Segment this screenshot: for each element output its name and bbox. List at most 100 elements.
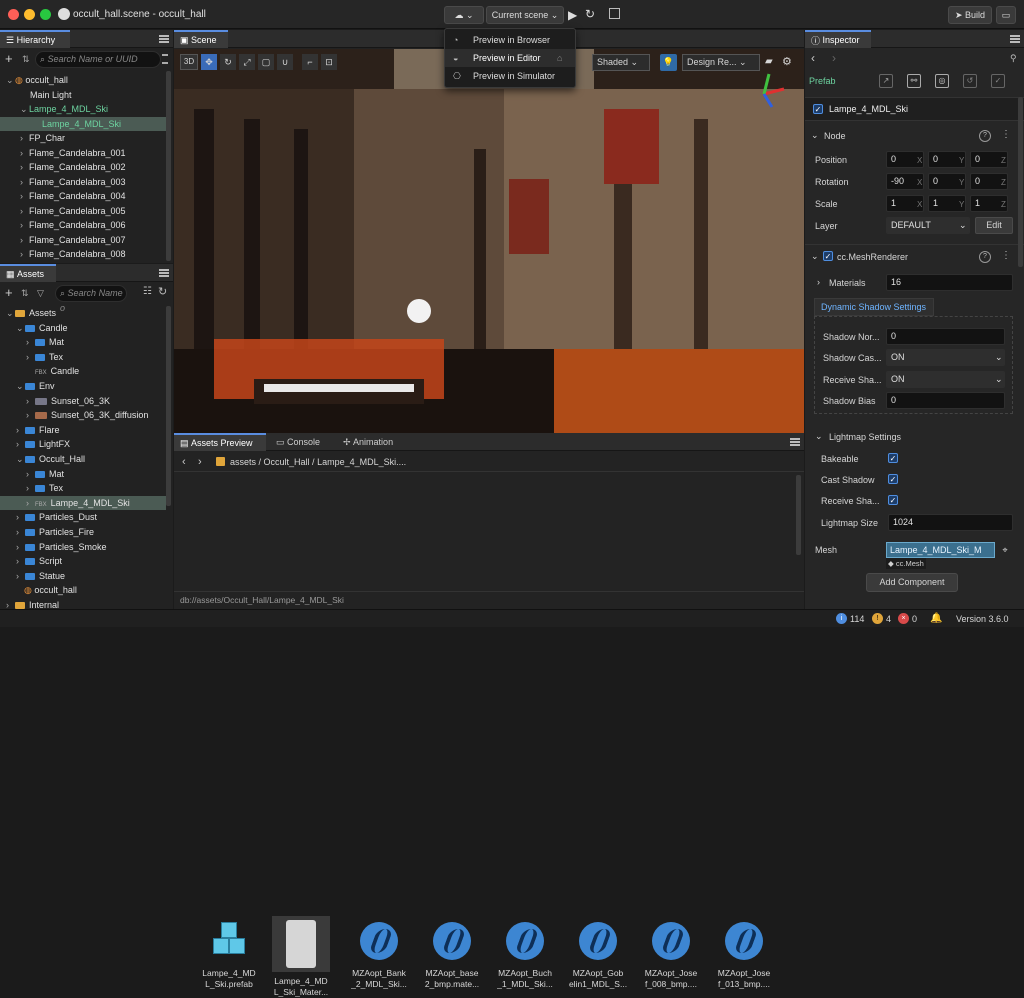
tree-row[interactable]: › Internal [0,598,166,609]
folder-icon[interactable]: ▭ [996,6,1016,24]
receive-shadow-checkbox[interactable]: ✓ [888,495,898,505]
tree-row[interactable]: ⌄ Occult_Hall [0,452,166,467]
hierarchy-scrollbar[interactable] [166,71,171,261]
tree-row[interactable]: › FP_Char [0,131,166,146]
grid-icon[interactable] [609,8,620,19]
rotate-tool-icon[interactable]: ↻ [220,54,236,70]
tree-row[interactable]: › Flame_Candelabra_008 [0,247,166,262]
tree-row[interactable]: › Flame_Candelabra_007 [0,233,166,248]
play-button[interactable]: ▶ [568,8,577,22]
local-global-icon[interactable]: ⊡ [321,54,337,70]
asset-item[interactable]: MZAopt_Buch _1_MDL_Ski... [492,916,558,990]
breadcrumb-item[interactable]: Occult_Hall [264,457,310,467]
locate-asset-icon[interactable]: ⌖ [997,542,1013,558]
locate-prefab-icon[interactable]: ◎ [935,74,949,88]
forward-icon[interactable]: › [832,51,836,65]
rect-tool-icon[interactable]: ▢ [258,54,274,70]
tree-row[interactable]: › Particles_Fire [0,525,166,540]
filter-icon[interactable]: ▽ [37,288,44,299]
tree-row[interactable]: ⌄ Assets [0,306,166,321]
move-tool-icon[interactable]: ✥ [201,54,217,70]
list-view-icon[interactable]: ☷ [143,286,152,297]
asset-item[interactable]: Lampe_4_MD L_Ski_Mater... [268,916,334,998]
asset-item[interactable]: MZAopt_Gob elin1_MDL_S... [565,916,631,990]
tree-row[interactable]: FBX Candle [0,364,166,379]
revert-prefab-icon[interactable]: ↺ [963,74,977,88]
layer-edit-button[interactable]: Edit [975,217,1013,234]
sort-icon[interactable]: ⇅ [21,288,29,299]
tree-row[interactable]: › Particles_Smoke [0,540,166,555]
asset-item[interactable]: MZAopt_base 2_bmp.mate... [419,916,485,990]
apply-prefab-icon[interactable]: ✓ [991,74,1005,88]
lightmap-size-input[interactable]: 1024 [888,514,1013,531]
bottom-menu-icon[interactable] [790,438,800,446]
assets-search-input[interactable]: ⌕ Search Name o [55,285,127,313]
mesh-renderer-enabled-checkbox[interactable]: ✓ [823,251,833,261]
expand-icon[interactable]: › [817,277,820,287]
breadcrumb-item[interactable]: Lampe_4_MDL_Ski.... [317,457,406,467]
asset-item[interactable]: MZAopt_Jose f_008_bmp.... [638,916,704,990]
tree-row[interactable]: ◍ occult_hall [0,583,166,598]
asset-item[interactable]: MZAopt_Bank _2_MDL_Ski... [346,916,412,990]
assets-preview-tab[interactable]: ▤ Assets Preview [174,433,266,451]
assets-scrollbar[interactable] [166,306,171,506]
info-count-icon[interactable]: i [836,613,847,624]
preview-in-editor-item[interactable]: ◒ Preview in Editor ⌂ [445,49,575,67]
add-node-icon[interactable]: + [5,51,13,66]
tree-row[interactable]: › Sunset_06_3K [0,394,166,409]
lightmap-section-header[interactable]: ⌄ Lightmap Settings [805,428,1024,446]
tree-row[interactable]: › Tex [0,350,166,365]
build-button[interactable]: ➤ Build [948,6,992,24]
camera-icon[interactable]: ▰ [765,56,773,67]
tree-row[interactable]: › Flame_Candelabra_002 [0,160,166,175]
shadow-receive-dropdown[interactable]: ON ⌄ [886,371,1005,388]
preview-in-browser-item[interactable]: ◔ Preview in Browser [445,31,575,49]
node-section-header[interactable]: ⌄ Node ? ⋮ [805,126,1024,146]
pin-icon[interactable]: ⚲ [1010,53,1017,64]
tree-row-selected[interactable]: › FBX Lampe_4_MDL_Ski [0,495,166,511]
hierarchy-menu-icon[interactable] [159,35,169,43]
sort-icon[interactable]: ⇅ [22,54,30,65]
animation-tab[interactable]: ✢ Animation [337,433,405,451]
asset-item[interactable]: Lampe_4_MD L_Ski.prefab [196,916,262,990]
tree-row[interactable]: › Tex [0,481,166,496]
inspector-tab[interactable]: ⓘ Inspector [805,30,871,48]
assets-tab[interactable]: ▦ Assets [0,264,56,282]
preview-mode-dropdown[interactable]: ☁ ⌄ [444,6,484,24]
settings-gear-icon[interactable]: ⚙ [782,55,792,68]
refresh-assets-icon[interactable]: ↻ [158,285,167,298]
tree-row[interactable]: › Flame_Candelabra_004 [0,189,166,204]
layer-dropdown[interactable]: DEFAULT ⌄ [886,217,970,234]
tree-row[interactable]: › Flame_Candelabra_001 [0,146,166,161]
error-icon[interactable]: × [898,613,909,624]
assets-menu-icon[interactable] [159,269,169,277]
bakeable-checkbox[interactable]: ✓ [888,453,898,463]
assets-preview-scrollbar[interactable] [796,475,801,555]
tree-row[interactable]: › Particles_Dust [0,510,166,525]
tree-row[interactable]: › Flame_Candelabra_006 [0,218,166,233]
back-icon[interactable]: ‹ [811,51,815,65]
close-window-button[interactable] [8,9,19,20]
tree-row[interactable]: ⌄◍ occult_hall [0,73,166,88]
tree-row[interactable]: › Flame_Candelabra_003 [0,175,166,190]
inspector-menu-icon[interactable] [1010,35,1020,43]
shadow-bias-input[interactable]: 0 [886,392,1005,409]
pivot-icon[interactable]: ⌐ [302,54,318,70]
3d-mode-button[interactable]: 3D [180,54,198,70]
shading-dropdown[interactable]: Shaded ⌄ [592,54,650,71]
refresh-icon[interactable]: ↻ [585,7,595,21]
mesh-asset-field[interactable]: Lampe_4_MDL_Ski_M [886,542,995,558]
tree-row[interactable]: ⌄ Env [0,379,166,394]
scene-tab[interactable]: ▣ Scene [174,30,228,48]
console-tab[interactable]: ▭ Console [270,433,328,451]
add-component-button[interactable]: Add Component [866,573,958,592]
mesh-renderer-header[interactable]: ⌄ ✓ cc.MeshRenderer ? ⋮ [805,244,1024,266]
tree-row[interactable]: ⌄ Candle [0,321,166,336]
hierarchy-tab[interactable]: ☰ Hierarchy [0,30,70,48]
design-resolution-dropdown[interactable]: Design Re... ⌄ [682,54,760,71]
breadcrumb-item[interactable]: assets [230,457,256,467]
node-active-checkbox[interactable]: ✓ [813,104,823,114]
help-icon[interactable]: ? [979,130,991,142]
tree-row[interactable]: › Statue [0,569,166,584]
edit-prefab-icon[interactable]: ↗ [879,74,893,88]
